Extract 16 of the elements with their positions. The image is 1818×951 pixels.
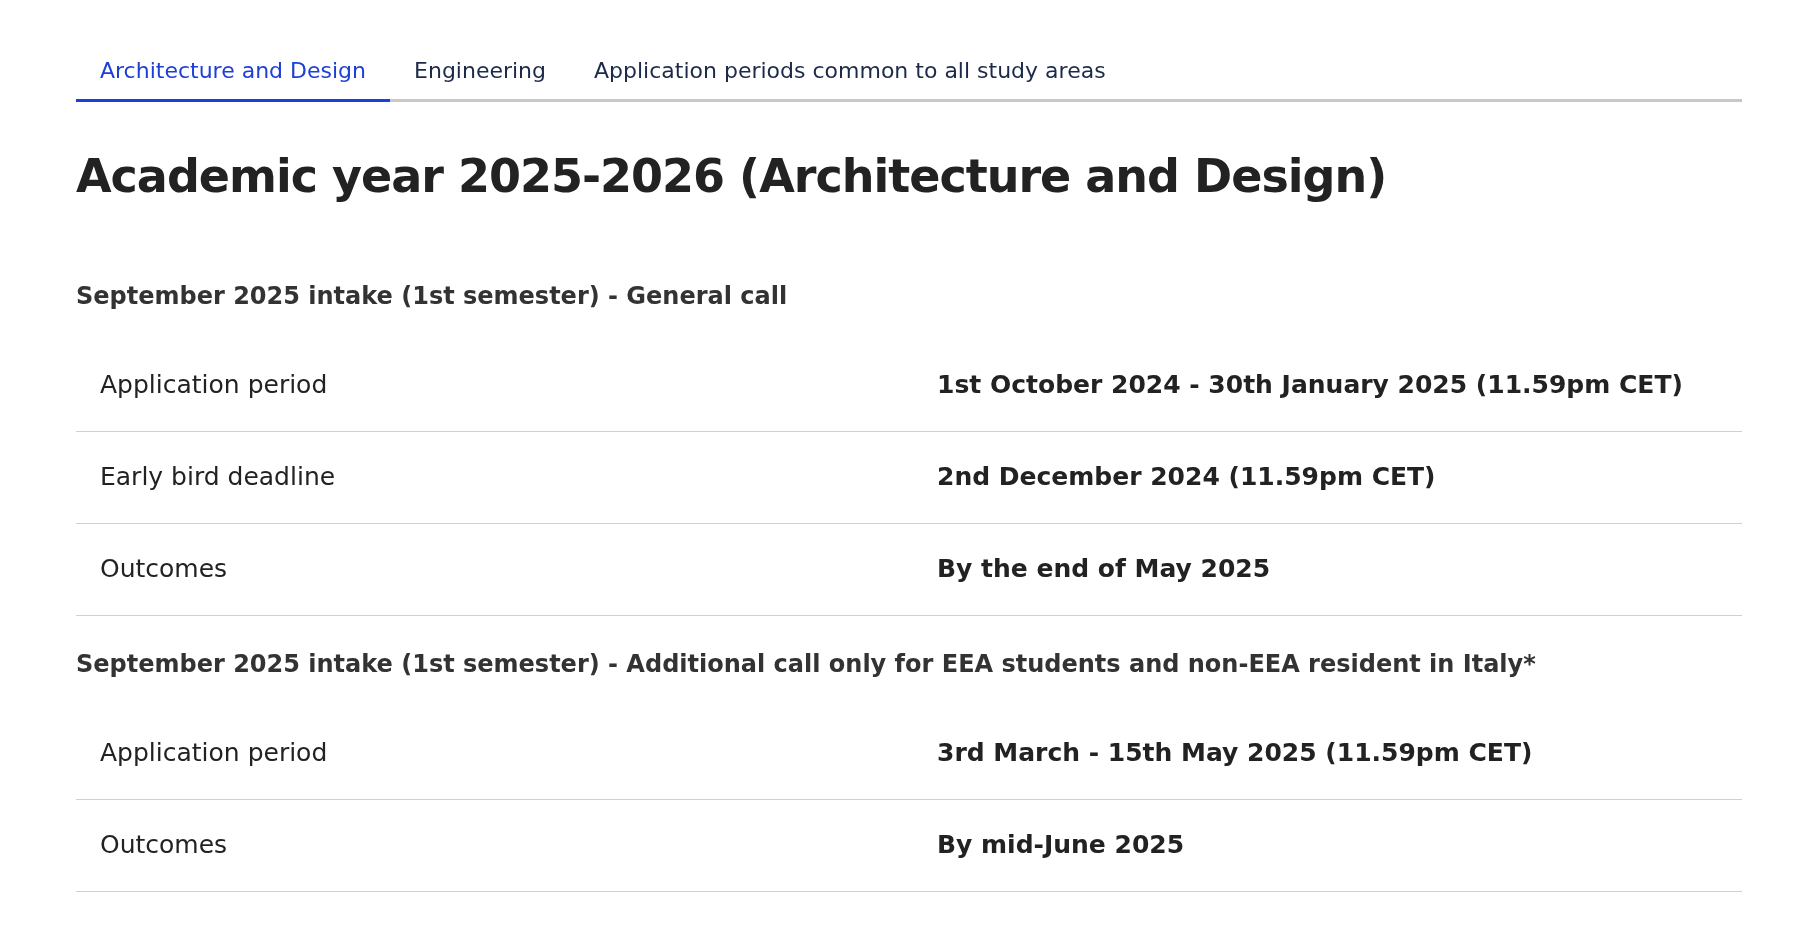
row-label: Outcomes (99, 829, 229, 862)
row-value: By the end of May 2025 (937, 553, 1271, 586)
row-value: 3rd March - 15th May 2025 (11.59pm CET) (937, 737, 1533, 770)
tab[interactable]: Architecture and Design (76, 50, 391, 102)
row-label: Early bird deadline (99, 461, 337, 494)
row-value: 1st October 2024 - 30th January 2025 (11.59pm CET) (937, 369, 1683, 402)
section-heading: September 2025 intake (1st semester) - Additional call only for EEA students and non-EEA resident in Italy* (76, 648, 1537, 680)
tab[interactable]: Application periods common to all study areas (570, 50, 1130, 102)
section-heading: September 2025 intake (1st semester) - General call (76, 280, 789, 312)
row-label: Application period (99, 737, 329, 770)
row-label: Application period (99, 369, 329, 402)
page-title: Academic year 2025-2026 (Architecture and Design) (76, 148, 1388, 205)
row-value: By mid-June 2025 (937, 829, 1185, 862)
tab[interactable]: Engineering (390, 50, 571, 102)
row-label: Outcomes (99, 553, 229, 586)
row-value: 2nd December 2024 (11.59pm CET) (937, 461, 1436, 494)
